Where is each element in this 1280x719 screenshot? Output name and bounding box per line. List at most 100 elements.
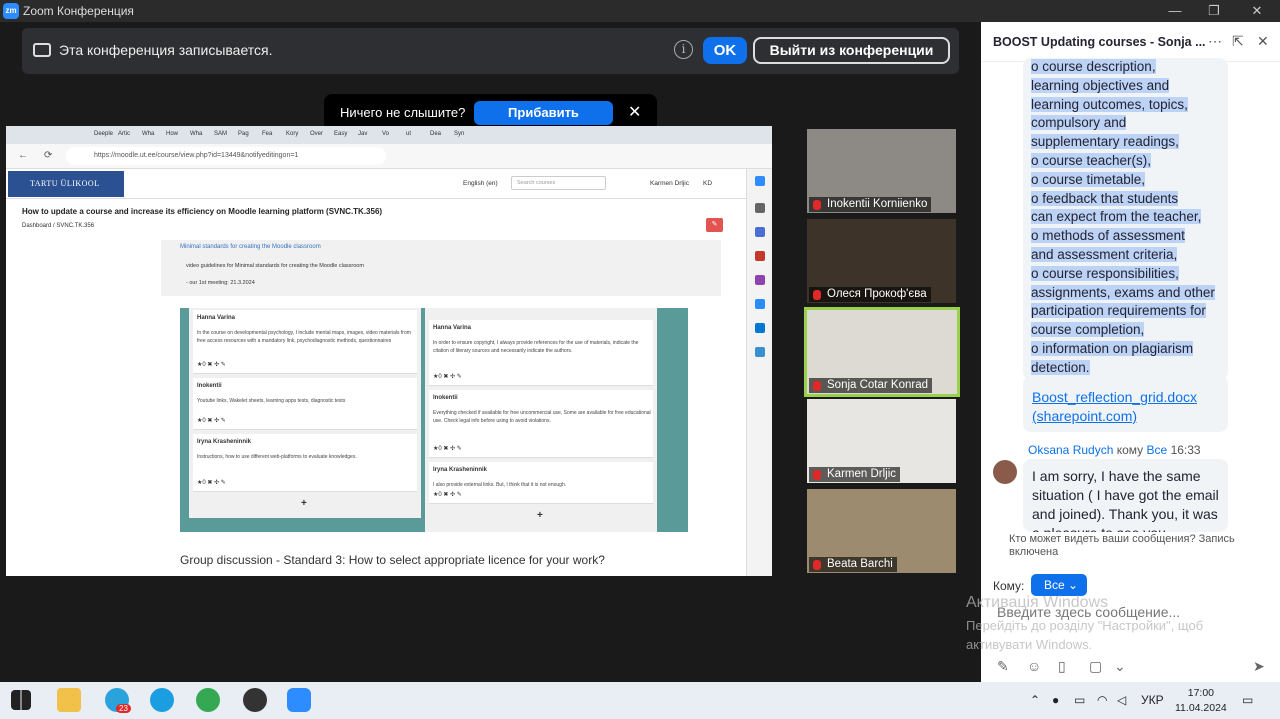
emoji-icon[interactable]: ☺ — [1027, 658, 1041, 674]
browser-tab[interactable]: Vo — [378, 129, 401, 142]
board-card[interactable]: Hanna Varina In order to ensure copyright… — [429, 320, 653, 386]
battery-icon[interactable]: ▭ — [1074, 693, 1085, 707]
back-icon[interactable]: ← — [18, 150, 28, 161]
minimize-button[interactable]: — — [1160, 2, 1190, 20]
send-icon[interactable]: ➤ — [1253, 658, 1265, 675]
chat-message-text[interactable]: I am sorry, I have the same situation ( … — [1032, 467, 1224, 532]
user-initials[interactable]: KD — [703, 180, 712, 187]
recipient-select[interactable]: Все ⌄ — [1031, 574, 1087, 596]
privacy-notice[interactable]: Кто может видеть ваши сообщения? Запись … — [1009, 533, 1274, 559]
windows-start-icon[interactable] — [11, 690, 31, 710]
refresh-icon[interactable]: ⟳ — [44, 150, 52, 161]
browser-tab[interactable]: Easy — [330, 129, 353, 142]
close-icon[interactable]: ✕ — [1257, 33, 1269, 50]
browser-tab[interactable]: SAM — [210, 129, 233, 142]
browser-tab[interactable]: Wha — [186, 129, 209, 142]
browser-tab[interactable]: Over — [306, 129, 329, 142]
games-icon[interactable] — [755, 275, 765, 285]
screenshot-icon[interactable]: ▢ — [1089, 658, 1102, 675]
search-courses-input[interactable]: Search courses — [511, 176, 606, 190]
zoom-app-icon: zm — [3, 3, 19, 19]
card-actions[interactable]: ★0 ✖ ✣ ✎ — [433, 373, 462, 380]
info-icon[interactable]: i — [674, 40, 693, 59]
video-tile[interactable]: Beata Barchi — [807, 489, 956, 573]
sender-name[interactable]: Oksana Rudych — [1028, 443, 1113, 457]
browser-tab[interactable]: Dea — [426, 129, 449, 142]
board-card[interactable]: Iryna Krasheninnik I also provide externa… — [429, 462, 653, 504]
card-actions[interactable]: ★0 ✖ ✣ ✎ — [197, 479, 226, 486]
file-icon[interactable]: ▯ — [1058, 658, 1066, 675]
avatar[interactable] — [993, 460, 1017, 484]
board-card[interactable]: Inokentii Youtube links, Wakelet sheets, … — [193, 378, 417, 430]
chevron-up-icon[interactable]: ⌃ — [1030, 693, 1040, 707]
section-minimal-standards: Minimal standards for creating the Moodl… — [161, 240, 721, 296]
file-link[interactable]: Boost_reflection_grid.docx (sharepoint.c… — [1032, 388, 1228, 426]
chevron-down-icon[interactable]: ⌄ — [1114, 658, 1126, 675]
board-card[interactable]: Hanna Varina In the course on development… — [193, 310, 417, 374]
video-tile[interactable]: Karmen Drljic — [807, 399, 956, 483]
browser-tab[interactable]: How — [162, 129, 185, 142]
popout-icon[interactable]: ⇱ — [1232, 33, 1244, 50]
search-icon[interactable] — [755, 203, 765, 213]
card-actions[interactable]: ★0 ✖ ✣ ✎ — [197, 361, 226, 368]
participant-name: Inokentii Korniienko — [809, 197, 932, 212]
keyboard-language[interactable]: УКР — [1141, 693, 1164, 707]
volume-icon[interactable]: ◁ — [1117, 693, 1126, 707]
maximize-button[interactable]: ❐ — [1199, 2, 1229, 20]
browser-tab[interactable]: Jav — [354, 129, 377, 142]
microphone-icon[interactable]: ● — [1052, 693, 1059, 707]
card-actions[interactable]: ★0 ✖ ✣ ✎ — [433, 445, 462, 452]
close-window-button[interactable]: ✕ — [1242, 2, 1272, 20]
tartu-logo[interactable]: TARTU ÜLIKOOL — [8, 171, 124, 197]
edit-icon[interactable]: ✎ — [706, 218, 723, 232]
add-card-button[interactable]: + — [537, 510, 543, 521]
notifications-icon[interactable]: ▭ — [1242, 693, 1253, 707]
outlook-icon[interactable] — [755, 323, 765, 333]
section-link[interactable]: Minimal standards for creating the Moodl… — [180, 244, 321, 250]
add-card-button[interactable]: + — [301, 498, 307, 509]
edge-icon[interactable] — [150, 688, 174, 712]
group-discussion-heading[interactable]: Group discussion - Standard 3: How to se… — [180, 553, 605, 567]
browser-tab[interactable]: Deeple — [90, 129, 113, 142]
increase-volume-button[interactable]: Прибавить громкость — [474, 101, 613, 144]
activation-watermark-title: Активація Windows — [966, 594, 1109, 611]
ok-button[interactable]: OK — [703, 37, 747, 64]
card-actions[interactable]: ★0 ✖ ✣ ✎ — [197, 417, 226, 424]
browser-tab[interactable]: Syn — [450, 129, 473, 142]
app-icon[interactable] — [243, 688, 267, 712]
video-tile[interactable]: Олеся Прокоф'єва — [807, 219, 956, 303]
leave-meeting-button[interactable]: Выйти из конференции — [753, 37, 950, 64]
chrome-icon[interactable] — [196, 688, 220, 712]
browser-tab[interactable]: Pag — [234, 129, 257, 142]
zoom-taskbar-icon[interactable] — [287, 688, 311, 712]
address-bar[interactable]: https://moodle.ut.ee/course/view.php?id=… — [66, 147, 386, 165]
video-tile[interactable]: Inokentii Korniienko — [807, 129, 956, 213]
chat-message-text[interactable]: o course description, learning objectives… — [1031, 58, 1228, 378]
file-explorer-icon[interactable] — [57, 688, 81, 712]
breadcrumb-course[interactable]: SVNC.TK.356 — [56, 223, 94, 229]
format-icon[interactable]: ✎ — [997, 658, 1009, 675]
more-icon[interactable]: ⋯ — [1208, 33, 1222, 50]
card-actions[interactable]: ★0 ✖ ✣ ✎ — [433, 491, 462, 498]
browser-tab[interactable]: ut — [402, 129, 425, 142]
sender-to: кому — [1116, 443, 1144, 457]
browser-tab[interactable]: Kory — [282, 129, 305, 142]
browser-tab[interactable]: Wha — [138, 129, 161, 142]
board-card[interactable]: Iryna Krasheninnik Instructions, how to u… — [193, 434, 417, 492]
recording-banner: Эта конференция записывается. i OK Выйти… — [22, 28, 959, 74]
m365-icon[interactable] — [755, 299, 765, 309]
breadcrumb-dashboard[interactable]: Dashboard — [22, 223, 51, 229]
copilot-icon[interactable] — [755, 176, 765, 186]
tools-icon[interactable] — [755, 251, 765, 261]
browser-tab[interactable]: Artic — [114, 129, 137, 142]
user-name[interactable]: Karmen Drljic — [650, 180, 689, 187]
browser-tab[interactable]: Fea — [258, 129, 281, 142]
language-menu[interactable]: English (en) — [463, 180, 498, 187]
send-icon[interactable] — [755, 347, 765, 357]
close-icon[interactable]: ✕ — [628, 102, 641, 122]
clock[interactable]: 17:00 11.04.2024 — [1175, 686, 1227, 716]
tag-icon[interactable] — [755, 227, 765, 237]
wifi-icon[interactable]: ◠ — [1097, 693, 1107, 707]
board-card[interactable]: Inokentii Everything checked if available… — [429, 390, 653, 458]
video-tile-active-speaker[interactable]: Sonja Cotar Konrad — [804, 307, 960, 397]
